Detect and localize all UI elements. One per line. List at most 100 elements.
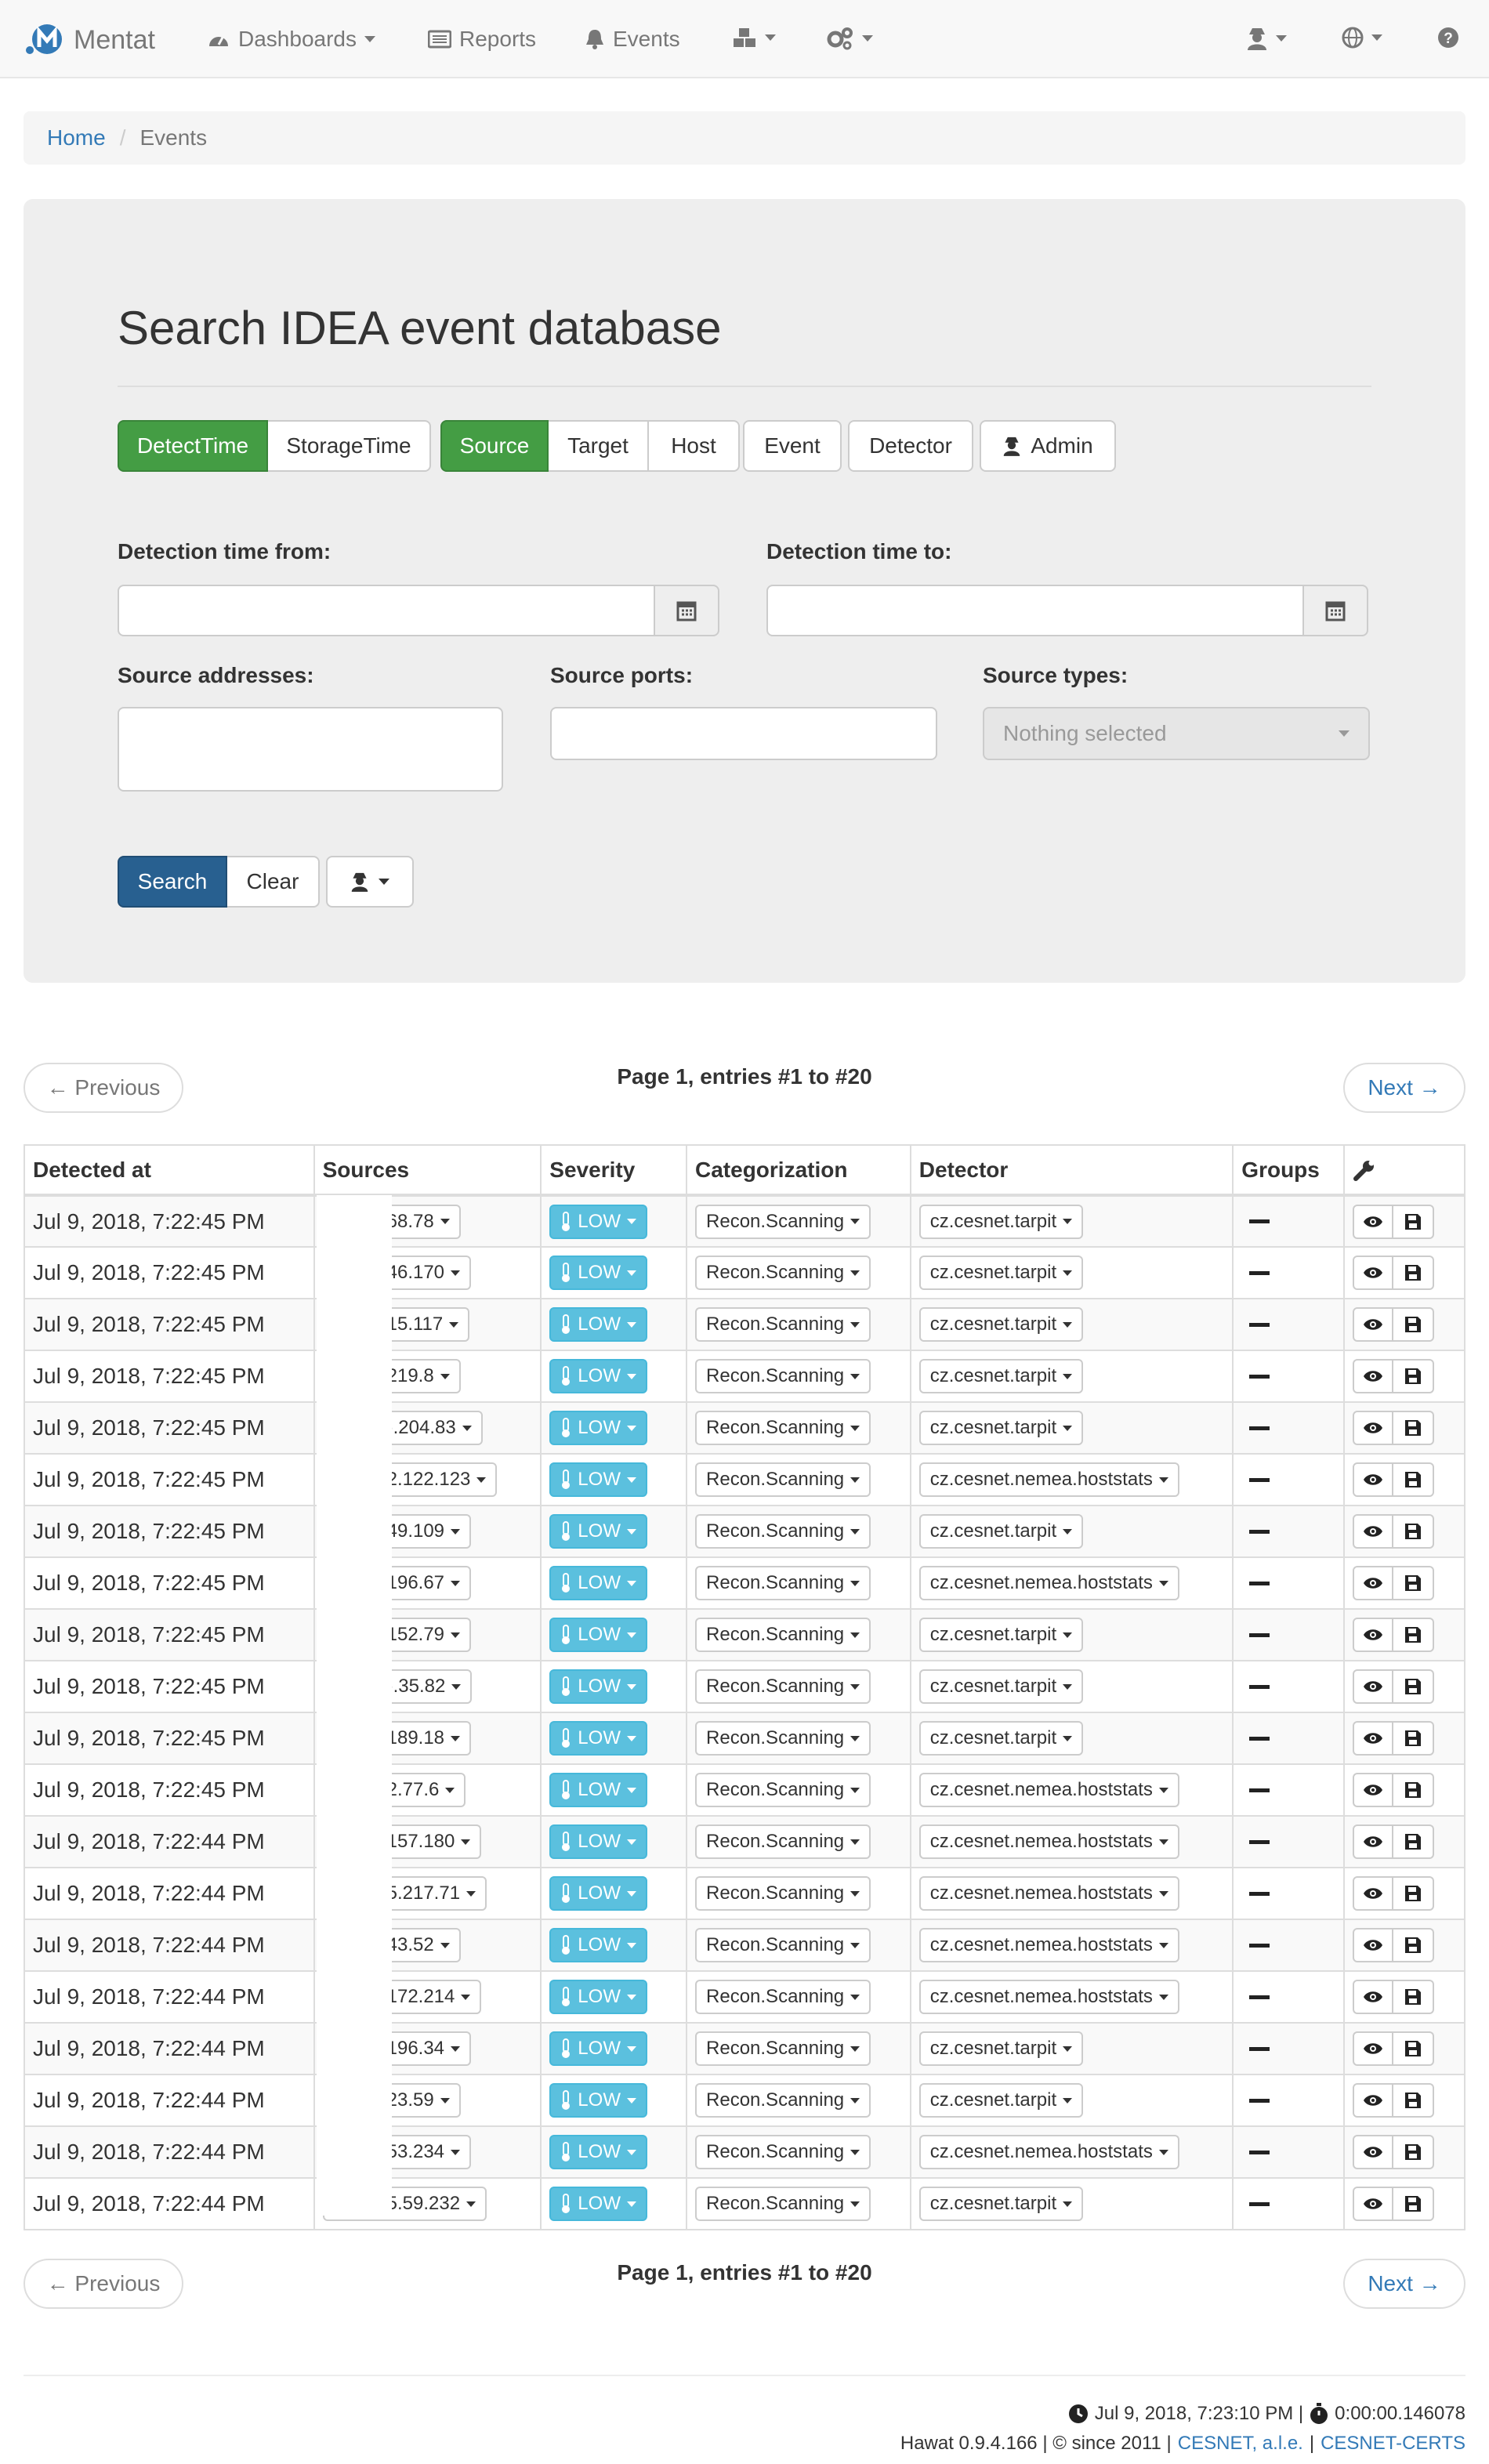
severity-button[interactable]: LOW bbox=[549, 2187, 647, 2221]
source-addresses-input[interactable] bbox=[118, 707, 503, 792]
view-button[interactable] bbox=[1353, 1566, 1394, 1600]
download-button[interactable] bbox=[1393, 1359, 1435, 1393]
view-button[interactable] bbox=[1353, 1824, 1394, 1859]
nav-objects-menu[interactable] bbox=[732, 27, 776, 49]
nav-dashboards[interactable]: Dashboards bbox=[207, 27, 375, 52]
category-button[interactable]: Recon.Scanning bbox=[695, 1721, 871, 1756]
category-button[interactable]: Recon.Scanning bbox=[695, 1566, 871, 1600]
category-button[interactable]: Recon.Scanning bbox=[695, 2187, 871, 2221]
search-button[interactable]: Search bbox=[118, 856, 227, 908]
source-ports-input[interactable] bbox=[550, 707, 937, 760]
detector-button[interactable]: cz.cesnet.tarpit bbox=[918, 1669, 1084, 1704]
severity-button[interactable]: LOW bbox=[549, 1721, 647, 1756]
detector-button[interactable]: cz.cesnet.nemea.hoststats bbox=[918, 1773, 1179, 1807]
detecttime-toggle[interactable]: DetectTime bbox=[118, 420, 268, 472]
detector-button[interactable]: cz.cesnet.tarpit bbox=[918, 1256, 1084, 1290]
breadcrumb-home-link[interactable]: Home bbox=[47, 125, 106, 150]
download-button[interactable] bbox=[1393, 2031, 1435, 2066]
brand[interactable]: Mentat bbox=[24, 22, 155, 58]
detector-button[interactable]: cz.cesnet.tarpit bbox=[918, 2083, 1084, 2118]
nav-admin-menu[interactable] bbox=[826, 27, 873, 50]
category-button[interactable]: Recon.Scanning bbox=[695, 1824, 871, 1859]
detector-button[interactable]: cz.cesnet.nemea.hoststats bbox=[918, 2135, 1179, 2169]
view-button[interactable] bbox=[1353, 1514, 1394, 1549]
download-button[interactable] bbox=[1393, 1256, 1435, 1290]
category-button[interactable]: Recon.Scanning bbox=[695, 1669, 871, 1704]
view-button[interactable] bbox=[1353, 2083, 1394, 2118]
detector-button[interactable]: cz.cesnet.tarpit bbox=[918, 1204, 1084, 1239]
detector-button[interactable]: cz.cesnet.tarpit bbox=[918, 1359, 1084, 1393]
category-button[interactable]: Recon.Scanning bbox=[695, 1514, 871, 1549]
view-button[interactable] bbox=[1353, 1618, 1394, 1652]
download-button[interactable] bbox=[1393, 2083, 1435, 2118]
view-button[interactable] bbox=[1353, 1307, 1394, 1342]
download-button[interactable] bbox=[1393, 1514, 1435, 1549]
detector-button[interactable]: cz.cesnet.tarpit bbox=[918, 1307, 1084, 1342]
download-button[interactable] bbox=[1393, 1980, 1435, 2014]
severity-button[interactable]: LOW bbox=[549, 1980, 647, 2014]
download-button[interactable] bbox=[1393, 2187, 1435, 2221]
severity-button[interactable]: LOW bbox=[549, 2083, 647, 2118]
severity-button[interactable]: LOW bbox=[549, 1618, 647, 1652]
column-header-sources[interactable]: Sources bbox=[313, 1144, 542, 1197]
download-button[interactable] bbox=[1393, 1928, 1435, 1962]
column-header-severity[interactable]: Severity bbox=[540, 1144, 688, 1197]
view-button[interactable] bbox=[1353, 1876, 1394, 1911]
detector-button[interactable]: cz.cesnet.tarpit bbox=[918, 1514, 1084, 1549]
detector-button[interactable]: cz.cesnet.nemea.hoststats bbox=[918, 1928, 1179, 1962]
severity-button[interactable]: LOW bbox=[549, 1307, 647, 1342]
severity-button[interactable]: LOW bbox=[549, 1256, 647, 1290]
severity-button[interactable]: LOW bbox=[549, 1514, 647, 1549]
detection-to-input[interactable] bbox=[766, 585, 1304, 636]
nav-reports[interactable]: Reports bbox=[428, 27, 536, 52]
category-button[interactable]: Recon.Scanning bbox=[695, 1618, 871, 1652]
detector-toggle[interactable]: Detector bbox=[848, 420, 973, 472]
severity-button[interactable]: LOW bbox=[549, 1773, 647, 1807]
download-button[interactable] bbox=[1393, 1411, 1435, 1445]
category-button[interactable]: Recon.Scanning bbox=[695, 1307, 871, 1342]
category-button[interactable]: Recon.Scanning bbox=[695, 1204, 871, 1239]
view-button[interactable] bbox=[1353, 1721, 1394, 1756]
detector-button[interactable]: cz.cesnet.tarpit bbox=[918, 2187, 1084, 2221]
category-button[interactable]: Recon.Scanning bbox=[695, 1773, 871, 1807]
download-button[interactable] bbox=[1393, 1618, 1435, 1652]
category-button[interactable]: Recon.Scanning bbox=[695, 1411, 871, 1445]
download-button[interactable] bbox=[1393, 1566, 1435, 1600]
footer-cesnet-link[interactable]: CESNET, a.l.e. bbox=[1178, 2433, 1303, 2455]
detector-button[interactable]: cz.cesnet.nemea.hoststats bbox=[918, 1566, 1179, 1600]
nav-language-menu[interactable] bbox=[1342, 27, 1382, 49]
download-button[interactable] bbox=[1393, 2135, 1435, 2169]
admin-toggle[interactable]: Admin bbox=[980, 420, 1116, 472]
download-button[interactable] bbox=[1393, 1669, 1435, 1704]
category-button[interactable]: Recon.Scanning bbox=[695, 1256, 871, 1290]
next-button-top[interactable]: Next → bbox=[1343, 1063, 1465, 1113]
download-button[interactable] bbox=[1393, 1462, 1435, 1497]
category-button[interactable]: Recon.Scanning bbox=[695, 1980, 871, 2014]
detector-button[interactable]: cz.cesnet.nemea.hoststats bbox=[918, 1824, 1179, 1859]
severity-button[interactable]: LOW bbox=[549, 2135, 647, 2169]
download-button[interactable] bbox=[1393, 1876, 1435, 1911]
download-button[interactable] bbox=[1393, 1204, 1435, 1239]
download-button[interactable] bbox=[1393, 1721, 1435, 1756]
detector-button[interactable]: cz.cesnet.nemea.hoststats bbox=[918, 1876, 1179, 1911]
severity-button[interactable]: LOW bbox=[549, 1824, 647, 1859]
severity-button[interactable]: LOW bbox=[549, 1204, 647, 1239]
category-button[interactable]: Recon.Scanning bbox=[695, 2031, 871, 2066]
severity-button[interactable]: LOW bbox=[549, 1411, 647, 1445]
host-toggle[interactable]: Host bbox=[649, 420, 740, 472]
column-header-detected[interactable]: Detected at bbox=[24, 1144, 315, 1197]
footer-certs-link[interactable]: CESNET-CERTS bbox=[1321, 2433, 1465, 2455]
detector-button[interactable]: cz.cesnet.nemea.hoststats bbox=[918, 1980, 1179, 2014]
severity-button[interactable]: LOW bbox=[549, 1462, 647, 1497]
detector-button[interactable]: cz.cesnet.tarpit bbox=[918, 2031, 1084, 2066]
storagetime-toggle[interactable]: StorageTime bbox=[268, 420, 431, 472]
column-header-groups[interactable]: Groups bbox=[1232, 1144, 1346, 1197]
detector-button[interactable]: cz.cesnet.nemea.hoststats bbox=[918, 1462, 1179, 1497]
target-toggle[interactable]: Target bbox=[549, 420, 649, 472]
download-button[interactable] bbox=[1393, 1824, 1435, 1859]
download-button[interactable] bbox=[1393, 1773, 1435, 1807]
nav-user-menu[interactable] bbox=[1246, 27, 1287, 50]
detector-button[interactable]: cz.cesnet.tarpit bbox=[918, 1411, 1084, 1445]
severity-button[interactable]: LOW bbox=[549, 1359, 647, 1393]
view-button[interactable] bbox=[1353, 1928, 1394, 1962]
